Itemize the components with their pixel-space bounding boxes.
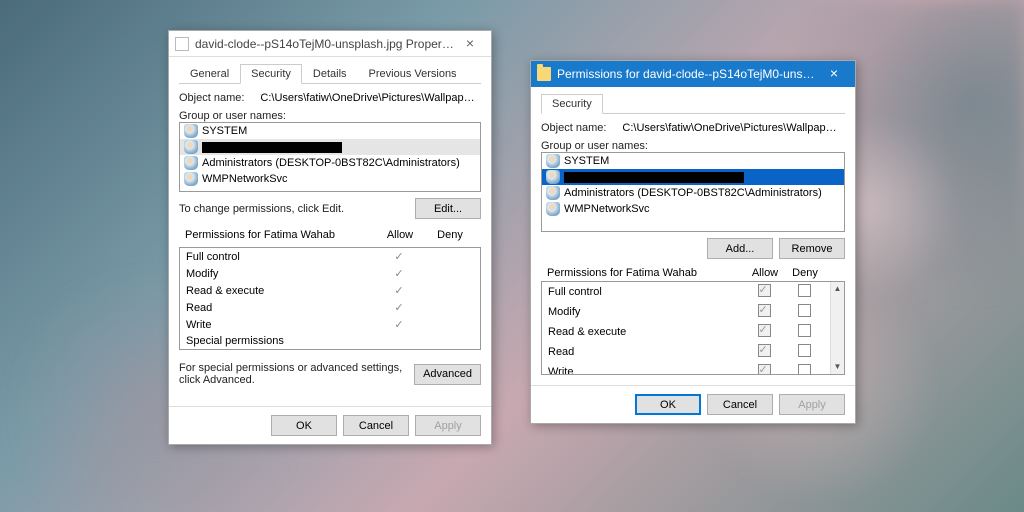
apply-button[interactable]: Apply <box>415 415 481 436</box>
user-icon <box>184 172 198 186</box>
tab-security[interactable]: Security <box>541 94 603 114</box>
properties-dialog: david-clode--pS14oTejM0-unsplash.jpg Pro… <box>168 30 492 445</box>
allow-check-icon: ✓ <box>374 267 424 280</box>
redacted-name <box>202 142 342 153</box>
window-title: david-clode--pS14oTejM0-unsplash.jpg Pro… <box>195 37 455 51</box>
titlebar[interactable]: Permissions for david-clode--pS14oTejM0-… <box>531 61 855 87</box>
list-item[interactable]: Administrators (DESKTOP-0BST82C\Administ… <box>180 155 480 171</box>
allow-check-icon: ✓ <box>374 301 424 314</box>
file-icon <box>175 37 189 51</box>
deny-checkbox[interactable] <box>798 364 811 375</box>
titlebar[interactable]: david-clode--pS14oTejM0-unsplash.jpg Pro… <box>169 31 491 57</box>
permission-row: Read✓ <box>180 299 480 316</box>
list-item[interactable]: WMPNetworkSvc <box>180 171 480 187</box>
tab-strip: General Security Details Previous Versio… <box>179 63 481 84</box>
permission-row: Modify <box>542 302 844 322</box>
permission-row: Read & execute <box>542 322 844 342</box>
permission-row: Read <box>542 342 844 362</box>
allow-check-icon: ✓ <box>374 318 424 331</box>
user-icon <box>184 156 198 170</box>
deny-checkbox[interactable] <box>798 324 811 337</box>
close-icon[interactable]: × <box>455 34 485 54</box>
object-name-value: C:\Users\fatiw\OneDrive\Pictures\Wallpap… <box>260 92 480 104</box>
list-item[interactable] <box>180 139 480 155</box>
list-item[interactable]: WMPNetworkSvc <box>542 201 844 217</box>
object-name-label: Object name: <box>541 122 606 134</box>
allow-checkbox[interactable] <box>758 364 771 375</box>
permissions-table: Full controlModifyRead & executeReadWrit… <box>541 281 845 375</box>
edit-button[interactable]: Edit... <box>415 198 481 219</box>
permissions-header: Permissions for Fatima Wahab Allow Deny <box>541 263 845 281</box>
dialog-footer: OK Cancel Apply <box>169 406 491 444</box>
deny-checkbox[interactable] <box>798 284 811 297</box>
folder-icon <box>537 67 551 81</box>
permission-row: Modify✓ <box>180 265 480 282</box>
users-listbox[interactable]: SYSTEM Administrators (DESKTOP-0BST82C\A… <box>541 152 845 232</box>
scrollbar[interactable]: ▲ ▼ <box>830 282 844 374</box>
scroll-up-icon[interactable]: ▲ <box>831 282 844 296</box>
cancel-button[interactable]: Cancel <box>343 415 409 436</box>
list-item[interactable]: SYSTEM <box>542 153 844 169</box>
tab-general[interactable]: General <box>179 64 240 84</box>
group-users-label: Group or user names: <box>541 140 845 152</box>
permission-row: Full control <box>542 282 844 302</box>
advanced-button[interactable]: Advanced <box>414 364 481 385</box>
permissions-header: Permissions for Fatima Wahab Allow Deny <box>179 225 481 243</box>
user-icon <box>546 170 560 184</box>
ok-button[interactable]: OK <box>635 394 701 415</box>
close-icon[interactable]: × <box>819 64 849 84</box>
object-name-label: Object name: <box>179 92 244 104</box>
list-item[interactable] <box>542 169 844 185</box>
tab-details[interactable]: Details <box>302 64 358 84</box>
permission-row: Write <box>542 362 844 375</box>
ok-button[interactable]: OK <box>271 415 337 436</box>
object-name-value: C:\Users\fatiw\OneDrive\Pictures\Wallpap… <box>622 122 842 134</box>
permissions-dialog: Permissions for david-clode--pS14oTejM0-… <box>530 60 856 424</box>
apply-button[interactable]: Apply <box>779 394 845 415</box>
user-icon <box>184 124 198 138</box>
permission-row: Full control✓ <box>180 248 480 265</box>
allow-checkbox[interactable] <box>758 344 771 357</box>
scroll-down-icon[interactable]: ▼ <box>831 360 844 374</box>
permission-row: Write✓ <box>180 316 480 333</box>
tab-security[interactable]: Security <box>240 64 302 84</box>
list-item[interactable]: Administrators (DESKTOP-0BST82C\Administ… <box>542 185 844 201</box>
deny-checkbox[interactable] <box>798 344 811 357</box>
user-icon <box>546 186 560 200</box>
window-title: Permissions for david-clode--pS14oTejM0-… <box>557 67 819 81</box>
edit-hint: To change permissions, click Edit. <box>179 203 415 215</box>
allow-checkbox[interactable] <box>758 304 771 317</box>
allow-check-icon: ✓ <box>374 250 424 263</box>
add-button[interactable]: Add... <box>707 238 773 259</box>
redacted-name <box>564 172 744 183</box>
allow-checkbox[interactable] <box>758 284 771 297</box>
permission-row: Special permissions <box>180 333 480 349</box>
user-icon <box>546 154 560 168</box>
tab-strip: Security <box>541 93 845 114</box>
allow-checkbox[interactable] <box>758 324 771 337</box>
remove-button[interactable]: Remove <box>779 238 845 259</box>
group-users-label: Group or user names: <box>179 110 481 122</box>
allow-check-icon: ✓ <box>374 284 424 297</box>
tab-previous-versions[interactable]: Previous Versions <box>358 64 468 84</box>
users-listbox[interactable]: SYSTEM Administrators (DESKTOP-0BST82C\A… <box>179 122 481 192</box>
user-icon <box>546 202 560 216</box>
user-icon <box>184 140 198 154</box>
permission-row: Read & execute✓ <box>180 282 480 299</box>
cancel-button[interactable]: Cancel <box>707 394 773 415</box>
advanced-hint: For special permissions or advanced sett… <box>179 362 414 386</box>
deny-checkbox[interactable] <box>798 304 811 317</box>
dialog-footer: OK Cancel Apply <box>531 385 855 423</box>
permissions-table: Full control✓Modify✓Read & execute✓Read✓… <box>179 247 481 350</box>
list-item[interactable]: SYSTEM <box>180 123 480 139</box>
